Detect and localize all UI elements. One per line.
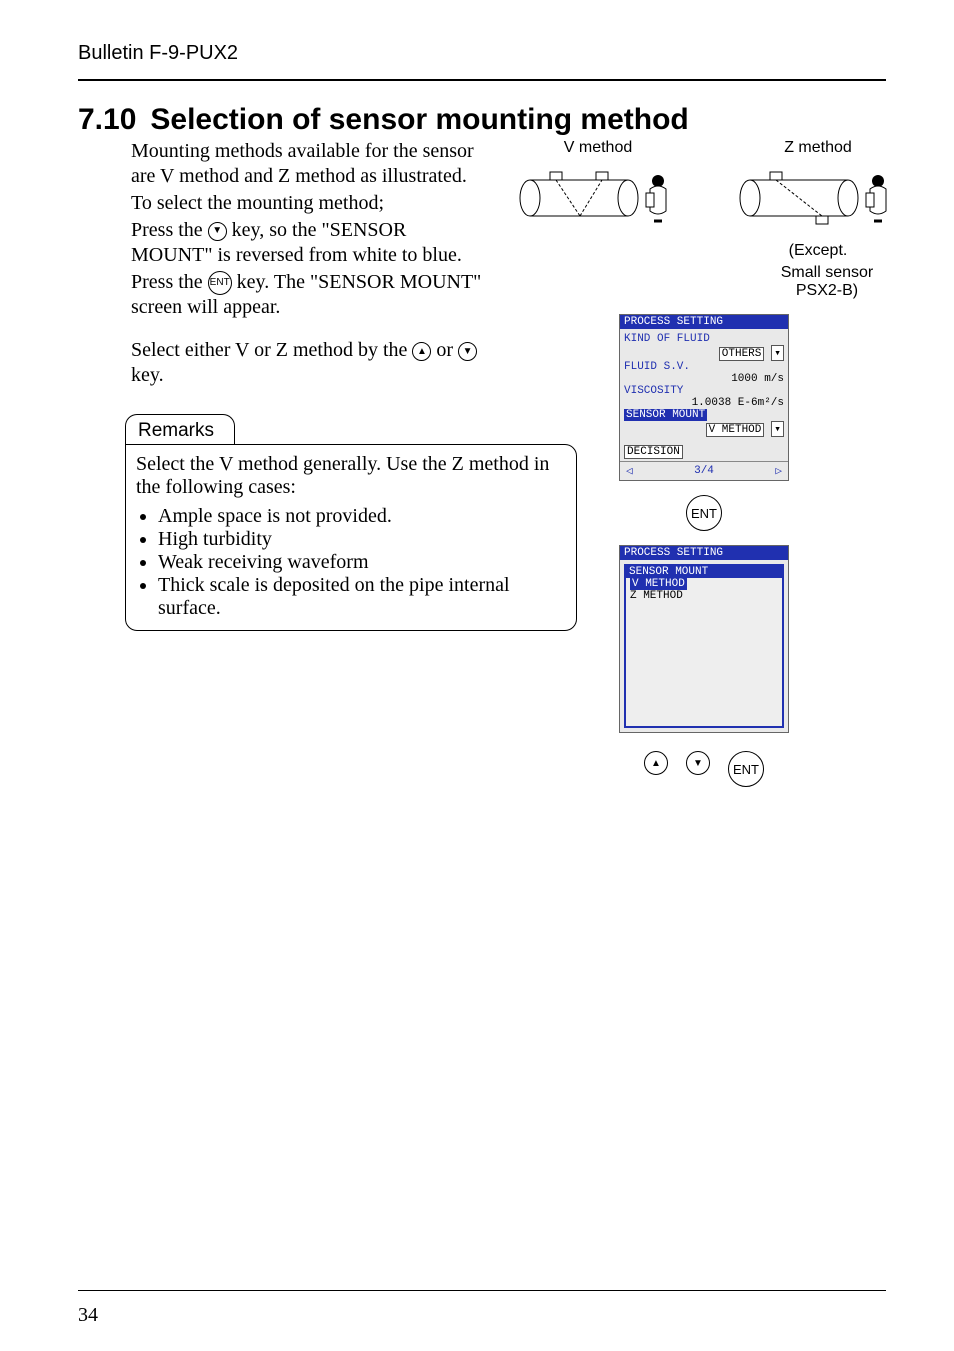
intro-paragraph-1: Mounting methods available for the senso… [131, 139, 488, 189]
down-key-icon: ▼ [458, 342, 477, 361]
intro-paragraph-2: To select the mounting method; [131, 191, 488, 216]
remarks-heading: Remarks [125, 414, 235, 445]
intro-paragraph-4: Press the ENT key. The "SENSOR MOUNT" sc… [131, 270, 488, 320]
z-method-diagram [738, 163, 898, 233]
down-key-icon: ▼ [686, 751, 710, 775]
operator-icon [646, 175, 666, 221]
remarks-item: Ample space is not provided. [158, 505, 566, 528]
remarks-item: Thick scale is deposited on the pipe int… [158, 574, 566, 620]
lcd1-decision-button: DECISION [624, 445, 683, 459]
intro-paragraph-5: Select either V or Z method by the ▲ or … [131, 338, 488, 388]
ent-key-icon: ENT [728, 751, 764, 787]
text-fragment: Select either V or Z method by the [131, 339, 412, 361]
intro-paragraph-3: Press the ▼ key, so the "SENSOR MOUNT" i… [131, 218, 488, 268]
lcd2-option-v: V METHOD [630, 578, 687, 590]
lcd1-title: PROCESS SETTING [620, 315, 788, 329]
nav-page: 3/4 [694, 465, 714, 477]
ent-key-icon: ENT [208, 271, 232, 295]
lcd-screen-2: PROCESS SETTING SENSOR MOUNT V METHOD Z … [619, 545, 789, 733]
lcd1-mount-label: SENSOR MOUNT [624, 409, 707, 421]
remarks-lead: Select the V method generally. Use the Z… [136, 453, 566, 499]
lcd1-kind-value: OTHERS [719, 347, 765, 361]
remarks-item: High turbidity [158, 528, 566, 551]
lcd2-title: PROCESS SETTING [620, 546, 788, 560]
text-fragment: Press the [131, 271, 208, 293]
remarks-item: Weak receiving waveform [158, 551, 566, 574]
down-key-icon: ▼ [208, 222, 227, 241]
lcd2-panel-title: SENSOR MOUNT [626, 566, 782, 578]
lcd2-popup: SENSOR MOUNT V METHOD Z METHOD [624, 564, 784, 728]
operator-icon [866, 175, 886, 221]
z-method-note-1: (Except. [738, 242, 898, 260]
v-method-label: V method [518, 139, 678, 157]
footer-rule [78, 1290, 886, 1291]
lcd1-kind-label: KIND OF FLUID [624, 333, 784, 345]
lcd1-visc-label: VISCOSITY [624, 385, 784, 397]
ent-key-icon: ENT [686, 495, 722, 531]
v-method-diagram-cell: V method [518, 139, 678, 300]
lcd1-visc-value: 1.0038 E-6m²/s [624, 397, 784, 409]
up-key-icon: ▲ [644, 751, 668, 775]
dropdown-icon: ▾ [771, 421, 784, 437]
nav-right-icon: ▷ [775, 464, 782, 478]
z-method-diagram-cell: Z method (Except. [738, 139, 898, 300]
dropdown-icon: ▾ [771, 345, 784, 361]
lcd1-sv-value: 1000 m/s [624, 373, 784, 385]
text-fragment: key. [131, 364, 164, 386]
lcd1-sv-label: FLUID S.V. [624, 361, 784, 373]
header-rule [78, 79, 886, 81]
section-title: Selection of sensor mounting method [150, 103, 688, 137]
remarks-list: Ample space is not provided. High turbid… [136, 505, 566, 620]
page-number: 34 [78, 1304, 98, 1327]
z-method-note-2: Small sensor PSX2-B) [738, 264, 898, 300]
up-key-icon: ▲ [412, 342, 431, 361]
nav-left-icon: ◁ [626, 464, 633, 478]
text-fragment: Press the [131, 219, 208, 241]
lcd-screen-1: PROCESS SETTING KIND OF FLUID OTHERS ▾ F… [619, 314, 789, 481]
v-method-diagram [518, 163, 678, 233]
lcd2-option-z: Z METHOD [626, 590, 782, 602]
text-fragment: or [436, 339, 458, 361]
lcd1-mount-value: V METHOD [706, 423, 765, 437]
key-row: ▲ ▼ ENT [510, 751, 898, 787]
bulletin-id: Bulletin F-9-PUX2 [78, 42, 886, 65]
section-number: 7.10 [78, 103, 136, 137]
z-method-label: Z method [738, 139, 898, 157]
